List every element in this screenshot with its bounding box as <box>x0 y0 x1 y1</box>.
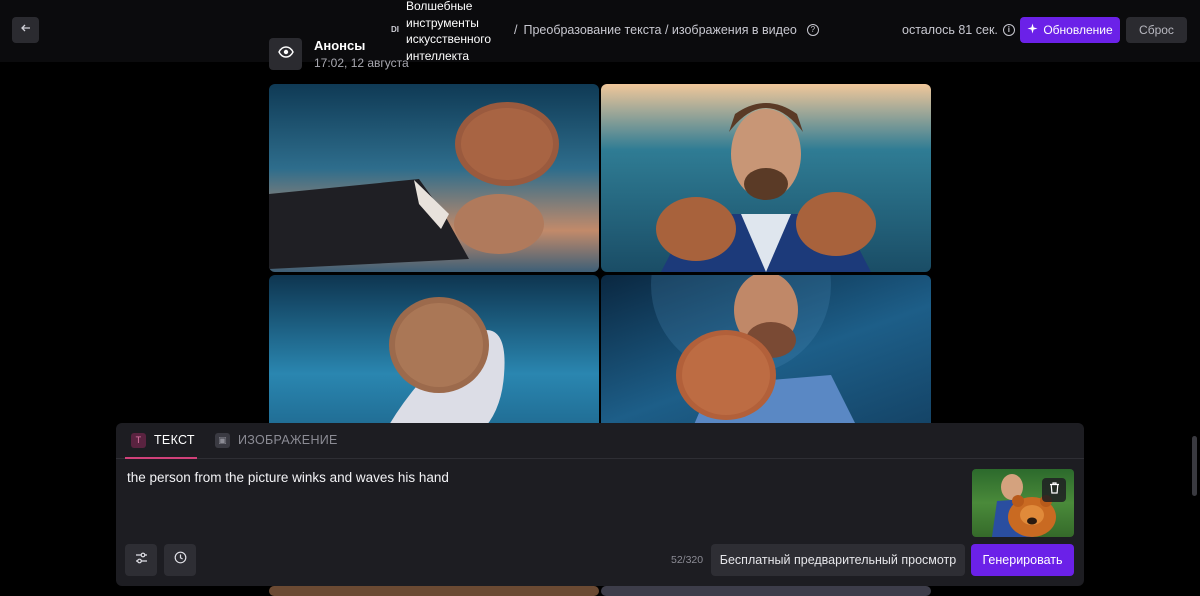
breadcrumb-separator: / <box>514 23 518 37</box>
gallery-image-1[interactable] <box>269 84 599 272</box>
upgrade-button[interactable]: Обновление <box>1020 17 1120 43</box>
sliders-icon <box>135 551 148 569</box>
tab-image-label: ИЗОБРАЖЕНИЕ <box>238 433 338 447</box>
reset-button[interactable]: Сброс <box>1126 17 1187 43</box>
settings-button[interactable] <box>125 544 157 576</box>
text-icon: T <box>131 433 146 448</box>
announcement-title: Анонсы <box>314 38 366 53</box>
clock-icon <box>174 551 187 569</box>
mode-tabs: T ТЕКСТ ▣ ИЗОБРАЖЕНИЕ <box>116 423 1084 459</box>
time-remaining-text: осталось 81 сек. <box>902 23 998 37</box>
logo-mark: DI <box>391 25 399 34</box>
tab-image[interactable]: ▣ ИЗОБРАЖЕНИЕ <box>215 433 338 459</box>
visibility-button[interactable] <box>269 38 302 70</box>
gallery-image-6[interactable] <box>601 586 931 596</box>
time-remaining: осталось 81 сек. i <box>902 23 1015 37</box>
breadcrumb: / Преобразование текста / изображения в … <box>514 23 819 37</box>
gallery-image-5[interactable] <box>269 586 599 596</box>
trash-icon <box>1049 481 1060 499</box>
upgrade-label: Обновление <box>1043 23 1113 37</box>
app-title[interactable]: Волшебные инструменты искусственного инт… <box>406 0 506 64</box>
question-circle-icon[interactable]: ? <box>806 24 819 36</box>
back-button[interactable] <box>12 17 39 43</box>
tab-text[interactable]: T ТЕКСТ <box>125 433 197 459</box>
free-preview-button[interactable]: Бесплатный предварительный просмотр <box>711 544 965 576</box>
char-counter: 52/320 <box>671 554 704 566</box>
sparkle-icon <box>1027 23 1038 37</box>
info-circle-icon[interactable]: i <box>1002 24 1015 36</box>
announcement-time: 17:02, 12 августа <box>314 56 409 70</box>
top-bar: DI Волшебные инструменты искусственного … <box>0 0 1200 64</box>
prompt-panel: T ТЕКСТ ▣ ИЗОБРАЖЕНИЕ the person from th… <box>116 423 1084 586</box>
arrow-left-icon <box>20 21 32 39</box>
breadcrumb-current-page: Преобразование текста / изображения в ви… <box>523 23 797 37</box>
generate-button[interactable]: Генерировать <box>971 544 1074 576</box>
history-button[interactable] <box>164 544 196 576</box>
eye-icon <box>277 45 294 63</box>
prompt-input[interactable]: the person from the picture winks and wa… <box>127 470 449 485</box>
tab-text-label: ТЕКСТ <box>154 433 195 447</box>
page-scrollbar[interactable] <box>1192 436 1197 496</box>
image-icon: ▣ <box>215 433 230 448</box>
delete-image-button[interactable] <box>1042 478 1066 502</box>
gallery-image-2[interactable] <box>601 84 931 272</box>
